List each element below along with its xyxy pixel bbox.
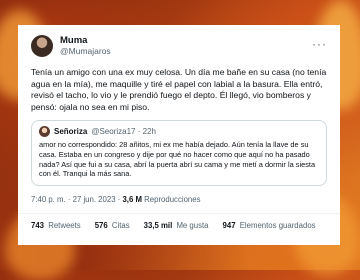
more-options-icon[interactable]: ··· [312, 37, 327, 51]
bookmarks-label: Elementos guardados [239, 221, 316, 231]
quoted-tweet[interactable]: Señoriza @Seoriza17 · 22h amor no corres… [31, 120, 327, 186]
quotes-stat[interactable]: 576 Citas [95, 221, 130, 230]
author-avatar[interactable] [31, 35, 53, 57]
bookmarks-stat[interactable]: 947 Elementos guardados [223, 221, 316, 230]
author-handle[interactable]: @Mumajaros [60, 46, 111, 57]
likes-label: Me gusta [176, 221, 209, 231]
tweet-text: Tenía un amigo con una ex muy celosa. Un… [31, 67, 327, 112]
bookmarks-count: 947 [222, 221, 236, 231]
quoted-header: Señoriza @Seoriza17 · 22h [39, 126, 319, 138]
tweet-date[interactable]: 27 jun. 2023 [73, 195, 116, 204]
quoted-display-name: Señoriza [54, 126, 88, 136]
tweet-card: Muma @Mumajaros ··· Tenía un amigo con u… [18, 25, 340, 245]
views-count: 3,6 M [122, 194, 142, 204]
quotes-label: Citas [111, 221, 130, 231]
likes-stat[interactable]: 33,5 mil Me gusta [144, 221, 209, 230]
retweets-stat[interactable]: 743 Retweets [31, 221, 81, 230]
likes-count: 33,5 mil [143, 221, 173, 231]
quoted-separator: · [135, 126, 143, 136]
tweet-header: Muma @Mumajaros ··· [31, 33, 327, 59]
quoted-age: 22h [142, 126, 156, 136]
quoted-handle: @Seoriza17 [91, 126, 136, 136]
quoted-avatar [39, 126, 50, 138]
author-names: Muma @Mumajaros [60, 35, 111, 57]
quoted-text: amor no correspondido: 28 añitos, mi ex … [39, 140, 316, 179]
retweets-count: 743 [31, 221, 45, 231]
tweet-time[interactable]: 7:40 p. m. [31, 195, 66, 204]
tweet-meta: 7:40 p. m. · 27 jun. 2023 · 3,6 M Reprod… [31, 195, 327, 204]
views-label: Reproducciones [144, 194, 201, 204]
quotes-count: 576 [94, 221, 108, 231]
author-display-name[interactable]: Muma [60, 35, 111, 46]
retweets-label: Retweets [48, 221, 81, 231]
tweet-stats: 743 Retweets 576 Citas 33,5 mil Me gusta… [31, 214, 327, 238]
